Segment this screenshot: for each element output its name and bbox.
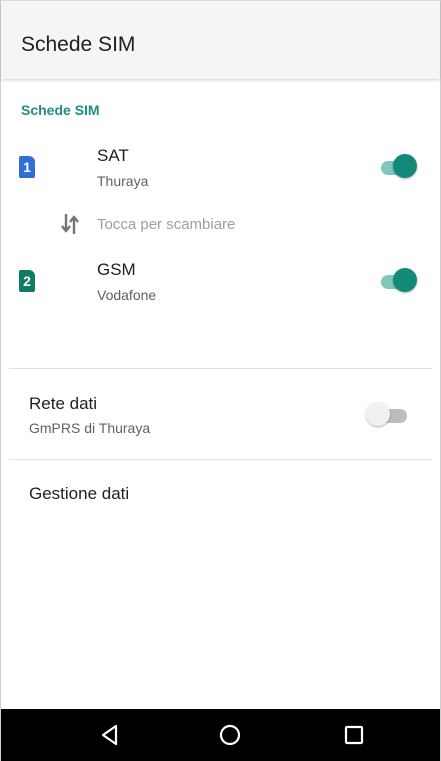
swap-sims-row[interactable]: Tocca per scambiare bbox=[1, 210, 440, 238]
swap-vertical-arrows-icon bbox=[61, 214, 79, 234]
divider bbox=[9, 459, 432, 460]
sim-card-1-icon: 1 bbox=[19, 156, 35, 178]
sim-name: GSM bbox=[97, 260, 136, 279]
sim-2-toggle[interactable] bbox=[378, 268, 417, 292]
home-circle-icon[interactable] bbox=[217, 722, 243, 748]
data-management-row[interactable]: Gestione dati bbox=[1, 476, 440, 516]
sim-settings-screen: Schede SIM Schede SIM 1 SAT Thuraya Tocc… bbox=[0, 0, 441, 761]
sim-slot-number: 1 bbox=[23, 159, 31, 175]
data-network-row[interactable]: Rete dati GmPRS di Thuraya bbox=[1, 388, 440, 444]
page-title: Schede SIM bbox=[21, 33, 136, 56]
sim-operator: Thuraya bbox=[97, 173, 149, 189]
app-bar: Schede SIM bbox=[1, 0, 440, 79]
toggle-thumb bbox=[366, 402, 390, 426]
data-management-title: Gestione dati bbox=[29, 484, 130, 503]
sim-name: SAT bbox=[97, 146, 129, 165]
toggle-thumb bbox=[393, 154, 417, 178]
sim-operator: Vodafone bbox=[97, 287, 157, 303]
divider bbox=[9, 368, 432, 369]
sim-card-2-icon: 2 bbox=[19, 270, 35, 292]
back-triangle-icon[interactable] bbox=[97, 722, 123, 748]
toggle-thumb bbox=[393, 268, 417, 292]
swap-label: Tocca per scambiare bbox=[97, 216, 236, 233]
data-network-title: Rete dati bbox=[29, 394, 98, 413]
sim-slot-1-row[interactable]: 1 SAT Thuraya bbox=[1, 142, 440, 198]
recents-square-icon[interactable] bbox=[341, 722, 367, 748]
data-network-subtitle: GmPRS di Thuraya bbox=[29, 420, 151, 436]
data-network-toggle[interactable] bbox=[366, 402, 407, 426]
system-nav-bar bbox=[1, 709, 440, 761]
sim-1-toggle[interactable] bbox=[378, 154, 417, 178]
sim-slot-number: 2 bbox=[23, 273, 31, 289]
sim-slot-2-row[interactable]: 2 GSM Vodafone bbox=[1, 256, 440, 312]
section-header-sim-cards: Schede SIM bbox=[21, 102, 100, 118]
